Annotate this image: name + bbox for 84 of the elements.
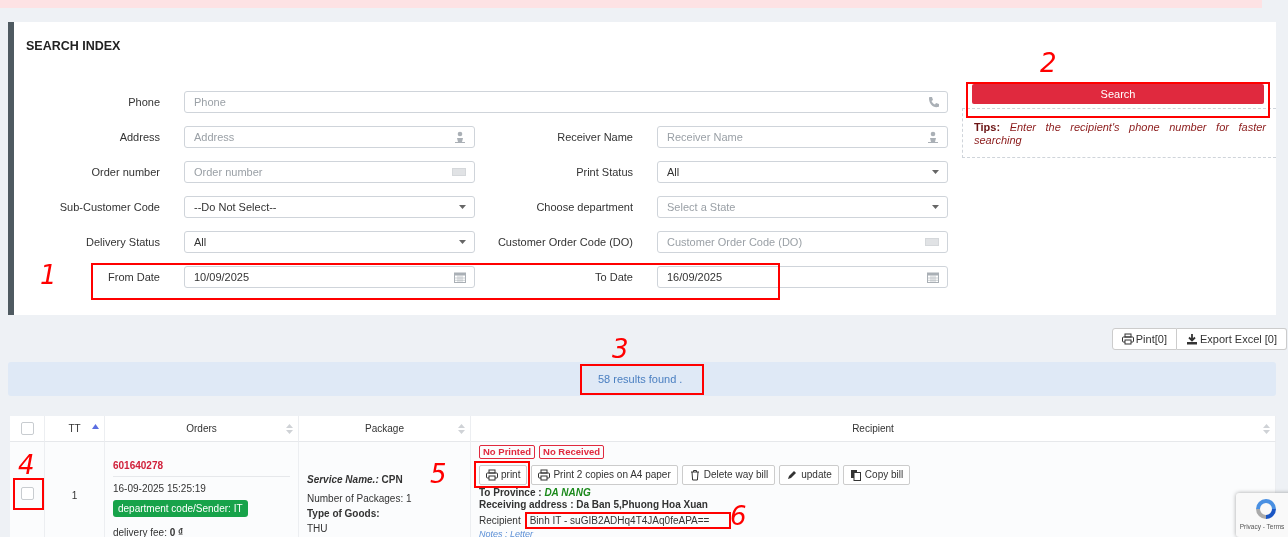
sort-icon[interactable] — [1263, 424, 1270, 434]
input-field[interactable]: Customer Order Code (DO) — [657, 231, 948, 253]
service-name: Service Name.: CPN — [307, 473, 403, 487]
recaptcha-logo-icon — [1253, 496, 1279, 522]
order-number-link[interactable]: 601640278 — [113, 460, 164, 471]
annotation-number: 3 — [612, 336, 629, 362]
field-label: Customer Order Code (DO) — [497, 236, 633, 248]
input-field[interactable]: Receiver Name — [657, 126, 948, 148]
annotation-number: 5 — [430, 461, 447, 487]
field-label: Choose department — [536, 201, 633, 213]
delete-button[interactable]: Delete way bill — [681, 465, 776, 485]
field-label: Delivery Status — [86, 236, 160, 248]
printer-icon — [1121, 333, 1134, 345]
goods-type: THU — [307, 522, 328, 536]
barcode-icon — [452, 166, 466, 178]
department-badge: department code/Sender: IT — [113, 500, 248, 517]
update-button[interactable]: update — [779, 465, 839, 485]
select-all-checkbox[interactable] — [20, 422, 34, 435]
download-icon — [1185, 333, 1198, 345]
pencil-icon — [786, 469, 799, 481]
province-text: To Province : DA NANG — [479, 487, 591, 499]
person-icon — [454, 131, 466, 143]
field-label: Print Status — [576, 166, 633, 178]
results-count: 58 results found . — [598, 371, 683, 387]
row-checkbox[interactable] — [20, 487, 34, 500]
input-field[interactable]: Phone — [184, 91, 948, 113]
field-label: From Date — [108, 271, 160, 283]
copy-icon — [849, 469, 862, 481]
field-label: Address — [119, 131, 160, 143]
column-header[interactable]: Package — [365, 421, 404, 436]
package-count: Number of Packages: 1 — [307, 492, 412, 506]
column-header[interactable]: Recipient — [852, 421, 894, 436]
caret-icon — [459, 205, 466, 209]
row-number: 1 — [71, 489, 78, 503]
recipient-label: Recipient — [479, 515, 521, 528]
tips-text: Tips: Enter the recipient's phone number for faster searching — [962, 108, 1276, 158]
printer-icon — [486, 469, 498, 481]
panel-title: SEARCH INDEX — [26, 38, 122, 55]
annotation-number: 1 — [40, 262, 57, 288]
status-badge: No Printed — [479, 445, 536, 459]
order-time: 16-09-2025 15:25:19 — [113, 483, 206, 494]
search-button[interactable]: Search — [972, 84, 1264, 104]
date-field[interactable]: 16/09/2025 — [657, 266, 948, 288]
annotation-number: 6 — [730, 503, 747, 529]
barcode-icon — [925, 236, 939, 248]
column-header[interactable]: TT — [68, 421, 81, 436]
field-label: Sub-Customer Code — [59, 201, 160, 213]
trash-icon — [688, 469, 701, 481]
select-field[interactable]: Select a State — [657, 196, 948, 218]
annotation-number: 2 — [1040, 50, 1057, 76]
goods-label: Type of Goods: — [307, 507, 380, 521]
person-icon — [927, 131, 939, 143]
caret-icon — [932, 205, 939, 209]
sort-icon[interactable] — [458, 424, 465, 434]
calendar-icon — [927, 271, 939, 283]
notes-text: Notes : Letter — [479, 529, 534, 537]
field-label: Phone — [128, 96, 160, 108]
caret-icon — [459, 240, 466, 244]
print-button[interactable]: print — [479, 465, 528, 485]
annotation-box — [474, 461, 530, 488]
status-badge: No Received — [539, 445, 605, 459]
annotation-number: 4 — [18, 452, 35, 478]
field-label: Order number — [91, 166, 160, 178]
field-label: Receiver Name — [557, 131, 633, 143]
export-button[interactable]: Export Excel [0] — [1176, 328, 1287, 350]
input-field[interactable]: Address — [184, 126, 475, 148]
phone-icon — [927, 96, 939, 108]
input-field[interactable]: Order number — [184, 161, 475, 183]
select-field[interactable]: All — [184, 231, 475, 253]
select-field[interactable]: --Do Not Select-- — [184, 196, 475, 218]
print-button[interactable]: Print 2 copies on A4 paper — [531, 465, 678, 485]
printer-icon — [538, 469, 551, 481]
calendar-icon — [454, 271, 466, 283]
sort-icon[interactable] — [286, 424, 293, 434]
recipient-name: Binh IT - suGIB2ADHq4T4JAq0feAPA== — [529, 515, 710, 526]
date-field[interactable]: 10/09/2025 — [184, 266, 475, 288]
column-header[interactable]: Orders — [186, 421, 217, 436]
select-field[interactable]: All — [657, 161, 948, 183]
receiving-address: Receiving address : Da Ban 5,Phuong Hoa Xuan — [479, 499, 708, 511]
field-label: To Date — [595, 271, 633, 283]
caret-icon — [932, 170, 939, 174]
copy-button[interactable]: Copy bill — [842, 465, 911, 485]
print-button[interactable]: Pint[0] — [1111, 328, 1177, 350]
annotation-box — [13, 478, 44, 510]
